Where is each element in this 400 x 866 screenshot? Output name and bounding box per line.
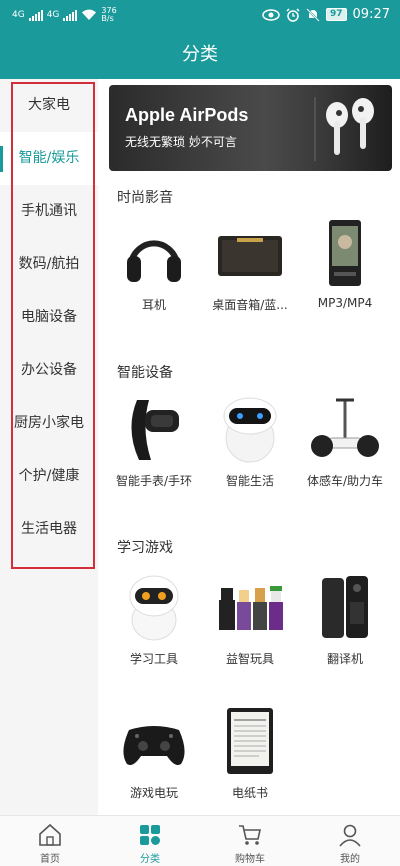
banner-title: Apple AirPods xyxy=(125,105,249,125)
sidebar-item-personal-care[interactable]: 个护/健康 xyxy=(0,450,98,503)
promo-banner[interactable]: Apple AirPods 无线无繁琐 妙不可言 xyxy=(109,85,392,171)
speaker-icon xyxy=(218,236,282,276)
product-headphones[interactable]: 耳机 xyxy=(107,218,201,313)
tab-label: 分类 xyxy=(140,854,160,865)
product-label: 智能手表/手环 xyxy=(115,474,193,488)
product-translator[interactable]: 翻译机 xyxy=(298,572,392,667)
product-label: 游戏电玩 xyxy=(129,786,178,800)
robot-icon xyxy=(223,397,277,463)
product-label: 电纸书 xyxy=(231,786,268,800)
app-header: 4G 4G 376 B/s 97 09:27 分类 xyxy=(0,0,400,79)
headphones-icon xyxy=(127,240,181,282)
signal-icon xyxy=(28,9,43,21)
sidebar-item-digital-drones[interactable]: 数码/航拍 xyxy=(0,238,98,291)
product-label: 耳机 xyxy=(141,298,166,312)
product-learning-tools[interactable]: 学习工具 xyxy=(107,572,201,667)
tab-home[interactable]: 首页 xyxy=(0,816,100,866)
product-puzzle-toys[interactable]: 益智玩具 xyxy=(203,572,297,667)
status-bar: 4G 4G 376 B/s 97 09:27 xyxy=(0,0,400,30)
sidebar-item-computers[interactable]: 电脑设备 xyxy=(0,291,98,344)
airpods-icon xyxy=(314,97,374,161)
tab-label: 首页 xyxy=(40,854,60,865)
sidebar-item-phones[interactable]: 手机通讯 xyxy=(0,185,98,238)
product-label: 学习工具 xyxy=(129,652,178,666)
network-speed: 376 B/s xyxy=(101,7,116,23)
product-label: 桌面音箱/蓝... xyxy=(212,298,288,312)
product-label: MP3/MP4 xyxy=(317,296,373,310)
tab-category[interactable]: 分类 xyxy=(100,816,200,866)
tab-cart[interactable]: 购物车 xyxy=(200,816,300,866)
sim2-label: 4G xyxy=(46,9,60,20)
product-label: 智能生活 xyxy=(225,474,274,488)
mute-icon xyxy=(306,7,320,22)
clock: 09:27 xyxy=(352,7,390,22)
section-title: 学习游戏 xyxy=(117,540,173,556)
balance-scooter-icon xyxy=(311,398,379,457)
product-balance-scooter[interactable]: 体感车/助力车 xyxy=(298,394,392,489)
signal-icon xyxy=(63,9,78,21)
ereader-icon xyxy=(227,708,273,774)
sidebar-item-major-appliances[interactable]: 大家电 xyxy=(0,79,98,132)
product-gaming[interactable]: 游戏电玩 xyxy=(107,706,201,801)
user-icon xyxy=(339,824,361,847)
home-icon xyxy=(39,823,61,846)
lego-figures-icon xyxy=(219,586,283,630)
speed-unit: B/s xyxy=(101,14,114,23)
eye-icon xyxy=(262,8,280,21)
product-ereader[interactable]: 电纸书 xyxy=(203,706,297,801)
mp3-player-icon xyxy=(329,220,361,286)
cart-icon xyxy=(239,825,261,845)
page-title: 分类 xyxy=(182,44,218,65)
tab-label: 我的 xyxy=(340,854,360,865)
smart-band-icon xyxy=(131,400,179,460)
section-title: 智能设备 xyxy=(117,365,173,381)
product-smart-band[interactable]: 智能手表/手环 xyxy=(107,394,201,489)
tab-label: 购物车 xyxy=(235,854,265,865)
translator-icon xyxy=(322,576,368,638)
sidebar-item-office[interactable]: 办公设备 xyxy=(0,344,98,397)
alarm-icon xyxy=(286,7,300,22)
tab-profile[interactable]: 我的 xyxy=(300,816,400,866)
sidebar-item-home-appliances[interactable]: 生活电器 xyxy=(0,503,98,556)
bottom-tab-bar: 首页 分类 购物车 我的 xyxy=(0,815,400,866)
category-sidebar: 大家电 智能/娱乐 手机通讯 数码/航拍 电脑设备 办公设备 厨房小家电 个护/… xyxy=(0,79,98,815)
product-label: 体感车/助力车 xyxy=(306,474,384,488)
product-mp3[interactable]: MP3/MP4 xyxy=(298,218,392,310)
banner-subtitle: 无线无繁琐 妙不可言 xyxy=(125,135,237,149)
sidebar-item-kitchen[interactable]: 厨房小家电 xyxy=(0,397,98,450)
product-label: 益智玩具 xyxy=(225,652,274,666)
sidebar-item-smart-entertainment[interactable]: 智能/娱乐 xyxy=(0,132,98,185)
category-icon xyxy=(140,825,160,845)
product-smart-life[interactable]: 智能生活 xyxy=(203,394,297,489)
section-title: 时尚影音 xyxy=(117,190,173,206)
learning-robot-icon xyxy=(129,575,179,641)
product-desktop-speaker[interactable]: 桌面音箱/蓝... xyxy=(203,218,297,313)
gamepad-icon xyxy=(123,726,185,765)
wifi-icon xyxy=(82,9,97,20)
battery-indicator: 97 xyxy=(326,8,347,21)
sim1-label: 4G xyxy=(12,9,25,20)
product-label: 翻译机 xyxy=(326,652,363,666)
